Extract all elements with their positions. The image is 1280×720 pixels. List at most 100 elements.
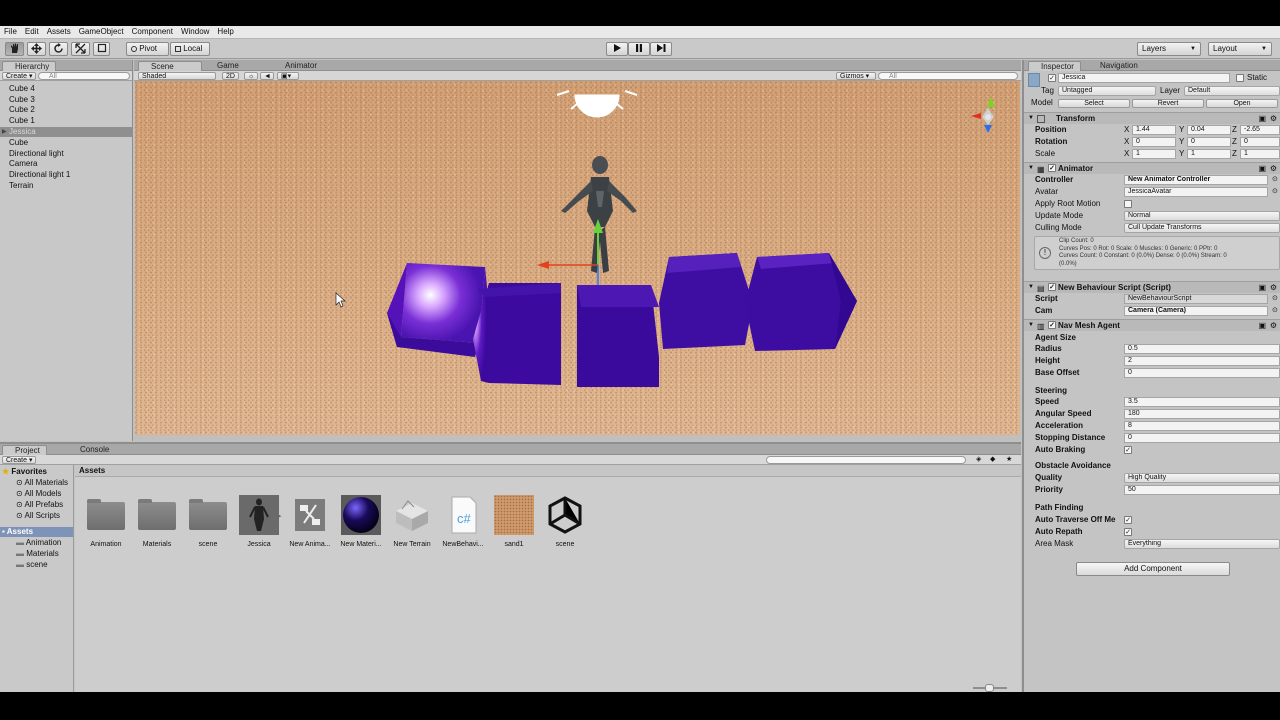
asset-animation-folder[interactable]: Animation: [81, 495, 131, 549]
auto-braking-checkbox[interactable]: ✓: [1124, 446, 1132, 454]
pivot-toggle[interactable]: Pivot: [126, 42, 169, 56]
hierarchy-item-cube-2[interactable]: Cube 2: [0, 105, 133, 115]
favorite-all-prefabs[interactable]: ⊙ All Prefabs: [16, 500, 63, 510]
directional-light-gizmo[interactable]: [556, 90, 638, 118]
position-z-field[interactable]: -2.65: [1240, 125, 1280, 135]
animator-header[interactable]: ▼ ▦ ✓ Animator ▣ ⚙: [1024, 162, 1280, 174]
scene-search-input[interactable]: All: [878, 72, 1018, 80]
asset-new-terrain[interactable]: New Terrain: [387, 495, 437, 549]
asset-breadcrumb[interactable]: Assets: [75, 465, 1021, 477]
priority-field[interactable]: 50: [1124, 485, 1280, 495]
menu-file[interactable]: File: [0, 26, 21, 38]
scale-y-field[interactable]: 1: [1187, 149, 1231, 159]
hierarchy-item-camera[interactable]: Camera: [0, 159, 133, 169]
pause-button[interactable]: [628, 42, 650, 56]
nav-agent-enabled-checkbox[interactable]: ✓: [1048, 321, 1056, 329]
object-picker-icon[interactable]: ⊙: [1272, 174, 1278, 186]
model-select-button[interactable]: Select: [1058, 99, 1130, 108]
transform-header[interactable]: ▼ Transform ▣ ⚙: [1024, 112, 1280, 124]
position-x-field[interactable]: 1.44: [1132, 125, 1176, 135]
tab-animator[interactable]: Animator: [273, 61, 323, 71]
tab-navigation[interactable]: Navigation: [1088, 61, 1144, 71]
help-icon[interactable]: ▣: [1258, 113, 1266, 124]
asset-scene-file[interactable]: scene: [540, 495, 590, 549]
step-button[interactable]: [650, 42, 672, 56]
tag-dropdown[interactable]: Untagged: [1058, 86, 1156, 96]
add-component-button[interactable]: Add Component: [1076, 562, 1230, 576]
menu-gameobject[interactable]: GameObject: [75, 26, 128, 38]
object-picker-icon[interactable]: ⊙: [1272, 305, 1278, 317]
acceleration-field[interactable]: 8: [1124, 421, 1280, 431]
auto-traverse-checkbox[interactable]: ✓: [1124, 516, 1132, 524]
quality-dropdown[interactable]: High Quality: [1124, 473, 1280, 483]
root-motion-checkbox[interactable]: [1124, 200, 1132, 208]
favorite-all-scripts[interactable]: ⊙ All Scripts: [16, 511, 60, 521]
scene-orientation-gizmo[interactable]: [971, 97, 995, 133]
move-tool-button[interactable]: [27, 42, 46, 56]
gear-icon[interactable]: ⚙: [1270, 163, 1277, 174]
rotation-y-field[interactable]: 0: [1187, 137, 1231, 147]
rect-tool-button[interactable]: [93, 42, 110, 56]
menu-assets[interactable]: Assets: [43, 26, 75, 38]
hierarchy-item-terrain[interactable]: Terrain: [0, 181, 133, 191]
scale-z-field[interactable]: 1: [1240, 149, 1280, 159]
asset-materials-folder[interactable]: Materials: [132, 495, 182, 549]
cube-2[interactable]: [577, 285, 659, 387]
expand-arrow-icon[interactable]: ▶: [2, 127, 7, 137]
cube-4[interactable]: [387, 263, 487, 357]
menu-window[interactable]: Window: [177, 26, 213, 38]
object-picker-icon[interactable]: ⊙: [1272, 293, 1278, 305]
model-revert-button[interactable]: Revert: [1132, 99, 1204, 108]
slider-thumb[interactable]: [985, 684, 994, 692]
layer-dropdown[interactable]: Default: [1184, 86, 1280, 96]
hierarchy-item-directional-light[interactable]: Directional light: [0, 149, 133, 159]
assets-root-item[interactable]: ▪ Assets: [0, 527, 73, 537]
cube[interactable]: [745, 253, 857, 351]
favorites-item[interactable]: ★ Favorites: [2, 467, 47, 477]
position-y-field[interactable]: 0.04: [1187, 125, 1231, 135]
area-mask-dropdown[interactable]: Everything: [1124, 539, 1280, 549]
folder-animation[interactable]: ▬ Animation: [16, 538, 61, 548]
asset-new-behaviour-script[interactable]: c# NewBehavi...: [438, 495, 488, 549]
model-open-button[interactable]: Open: [1206, 99, 1278, 108]
hierarchy-item-cube-3[interactable]: Cube 3: [0, 95, 133, 105]
gizmos-dropdown[interactable]: Gizmos ▾: [836, 72, 876, 80]
controller-field[interactable]: New Animator Controller: [1124, 175, 1268, 185]
rotation-z-field[interactable]: 0: [1240, 137, 1280, 147]
tab-game[interactable]: Game: [205, 61, 245, 71]
layout-dropdown[interactable]: Layout ▼: [1208, 42, 1272, 56]
asset-jessica-model[interactable]: ▸ Jessica: [234, 495, 284, 549]
scene-viewport[interactable]: [135, 81, 1020, 435]
asset-scene-folder[interactable]: scene: [183, 495, 233, 549]
filter-type-icon[interactable]: ◈: [976, 455, 981, 463]
hierarchy-item-directional-light-1[interactable]: Directional light 1: [0, 170, 133, 180]
favorite-all-materials[interactable]: ⊙ All Materials: [16, 478, 68, 488]
menu-help[interactable]: Help: [213, 26, 237, 38]
asset-new-material[interactable]: New Materi...: [336, 495, 386, 549]
object-picker-icon[interactable]: ⊙: [1272, 186, 1278, 198]
stopping-distance-field[interactable]: 0: [1124, 433, 1280, 443]
auto-repath-checkbox[interactable]: ✓: [1124, 528, 1132, 536]
base-offset-field[interactable]: 0: [1124, 368, 1280, 378]
tab-console[interactable]: Console: [68, 445, 115, 455]
height-field[interactable]: 2: [1124, 356, 1280, 366]
script-field[interactable]: NewBehaviourScript: [1124, 294, 1268, 304]
play-button[interactable]: [606, 42, 628, 56]
shading-mode-dropdown[interactable]: Shaded: [138, 72, 216, 80]
layers-dropdown[interactable]: Layers ▼: [1137, 42, 1201, 56]
gear-icon[interactable]: ⚙: [1270, 320, 1277, 331]
help-icon[interactable]: ▣: [1258, 320, 1266, 331]
rotation-x-field[interactable]: 0: [1132, 137, 1176, 147]
scale-tool-button[interactable]: [71, 42, 90, 56]
tab-inspector[interactable]: Inspector: [1028, 61, 1081, 71]
menu-component[interactable]: Component: [128, 26, 177, 38]
menu-edit[interactable]: Edit: [21, 26, 43, 38]
local-toggle[interactable]: Local: [170, 42, 210, 56]
help-icon[interactable]: ▣: [1258, 163, 1266, 174]
filter-label-icon[interactable]: ◆: [990, 455, 995, 463]
project-create-button[interactable]: Create ▾: [2, 456, 37, 464]
cam-field[interactable]: Camera (Camera): [1124, 306, 1268, 316]
help-icon[interactable]: ▣: [1258, 282, 1266, 293]
audio-toggle[interactable]: ◄: [260, 72, 274, 80]
effects-dropdown[interactable]: ▣▾: [277, 72, 299, 80]
